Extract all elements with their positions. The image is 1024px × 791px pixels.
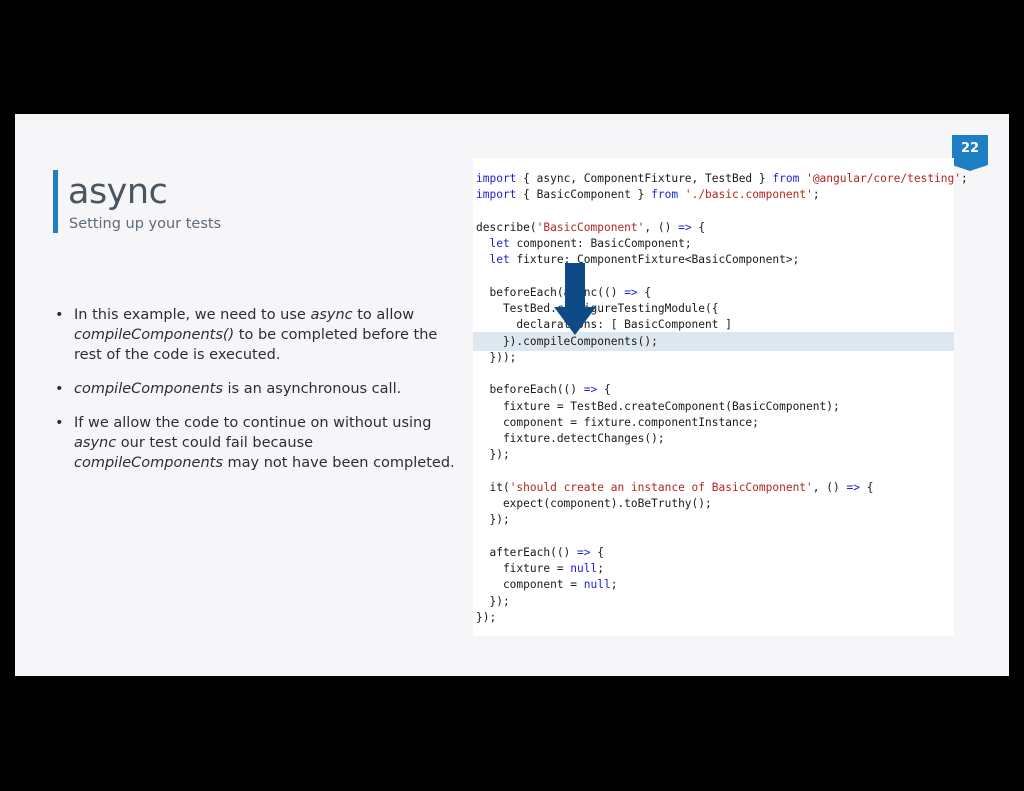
bullet-item: compileComponents is an asynchronous cal…	[55, 379, 465, 399]
code-line: declarations: [ BasicComponent ]	[476, 318, 732, 332]
down-arrow-icon	[554, 263, 596, 335]
code-line: fixture = null;	[476, 562, 604, 575]
bullet-text: may not have been completed.	[222, 455, 455, 471]
code-line: });	[476, 610, 497, 624]
bullet-text: to allow	[352, 307, 415, 323]
bullet-item: If we allow the code to continue on with…	[55, 413, 465, 473]
bullet-item: In this example, we need to use async to…	[55, 305, 465, 365]
bullet-text: is an asynchronous call.	[222, 381, 402, 397]
bullet-list: In this example, we need to use async to…	[55, 305, 465, 487]
code-line: }));	[476, 350, 517, 364]
code-line: });	[476, 594, 510, 608]
code-line: beforeEach(() => {	[476, 383, 611, 397]
code-line: import { async, ComponentFixture, TestBe…	[476, 172, 968, 185]
code-line: });	[476, 513, 510, 527]
bullet-emphasis: async	[310, 307, 353, 323]
bullet-emphasis: async	[74, 435, 117, 451]
code-line: });	[476, 448, 510, 462]
bullet-text: If we allow the code to continue on with…	[74, 415, 432, 431]
slide-subtitle: Setting up your tests	[69, 216, 222, 232]
bullet-emphasis: compileComponents	[74, 455, 223, 471]
code-line: let fixture: ComponentFixture<BasicCompo…	[489, 253, 800, 267]
code-line: expect(component).toBeTruthy();	[476, 497, 712, 510]
code-text: import { async, ComponentFixture, TestBe…	[476, 171, 968, 626]
code-line: afterEach(() => {	[476, 545, 605, 559]
code-line: let component: BasicComponent;	[489, 237, 692, 250]
code-line: describe('BasicComponent', () => {	[476, 220, 706, 234]
code-line: fixture.detectChanges();	[476, 432, 665, 445]
code-line: it('should create an instance of BasicCo…	[476, 480, 874, 494]
bullet-emphasis: compileComponents	[74, 381, 223, 397]
code-line: import { BasicComponent } from './basic.…	[476, 188, 820, 202]
code-line: component = null;	[476, 578, 618, 592]
slide-title: async	[68, 172, 168, 212]
bullet-emphasis: compileComponents()	[74, 327, 235, 343]
code-block: import { async, ComponentFixture, TestBe…	[473, 158, 968, 636]
code-line: fixture = TestBed.createComponent(BasicC…	[476, 399, 840, 413]
code-line: TestBed.configureTestingModule({	[476, 302, 719, 315]
title-accent-bar	[53, 170, 58, 233]
bullet-text: In this example, we need to use	[74, 307, 311, 323]
page-number: 22	[960, 141, 980, 156]
code-line: component = fixture.componentInstance;	[476, 415, 759, 429]
bullet-text: our test could fail because	[116, 435, 314, 451]
code-line: }).compileComponents();	[476, 334, 658, 348]
